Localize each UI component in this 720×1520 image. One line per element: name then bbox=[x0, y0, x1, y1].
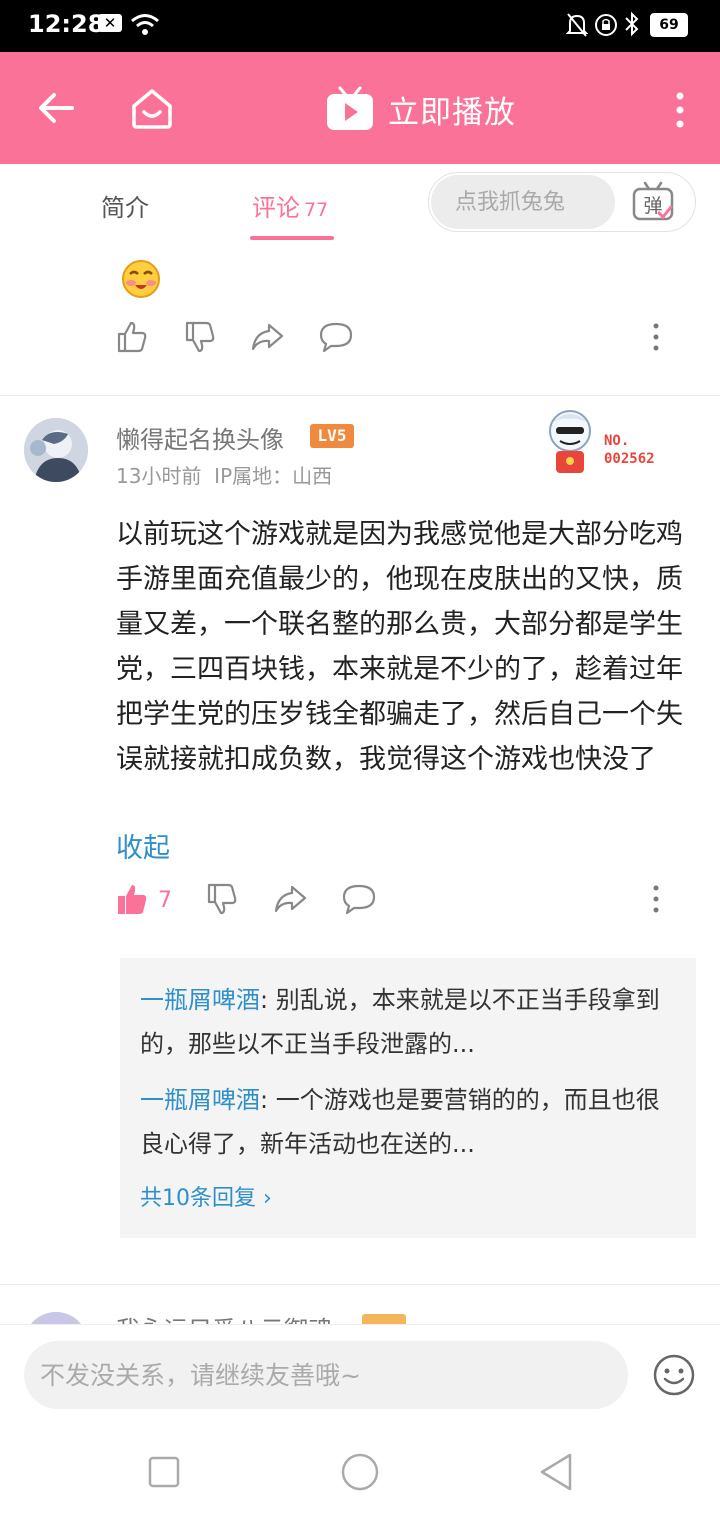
comment-divider bbox=[0, 1284, 720, 1285]
like-count: 7 bbox=[158, 888, 172, 913]
danmaku-bar: 弹 bbox=[428, 172, 696, 232]
back-arrow-icon[interactable] bbox=[36, 88, 76, 128]
comment-divider bbox=[0, 395, 720, 396]
reply-bubble-icon[interactable] bbox=[341, 882, 377, 916]
system-nav-bar bbox=[0, 1430, 720, 1520]
recent-apps-icon[interactable] bbox=[148, 1456, 180, 1488]
avatar-image bbox=[24, 418, 88, 482]
reply-username[interactable]: 一瓶屑啤酒 bbox=[140, 1086, 260, 1114]
comment-input-bar bbox=[0, 1324, 720, 1431]
comment-meta: 13小时前 IP属地：山西 bbox=[116, 460, 332, 489]
comment-username[interactable]: 我永远只爱八云御魂 bbox=[116, 1310, 332, 1324]
reply-preview-box[interactable]: 一瓶屑啤酒: 别乱说，本来就是以不正当手段拿到的，那些以不正当手段泄露的... … bbox=[120, 958, 696, 1238]
comment-actions bbox=[0, 320, 720, 364]
comment-username[interactable]: 懒得起名换头像 bbox=[116, 420, 284, 455]
level-badge bbox=[362, 1314, 406, 1324]
thumbs-up-filled-icon[interactable] bbox=[116, 882, 148, 916]
tab-bar: 简介 评论77 弹 bbox=[0, 164, 720, 243]
avatar[interactable] bbox=[24, 418, 88, 482]
ip-location: IP属地：山西 bbox=[214, 464, 333, 488]
thumbs-down-icon[interactable] bbox=[184, 320, 216, 354]
thumbs-down-icon[interactable] bbox=[206, 882, 238, 916]
reply-username[interactable]: 一瓶屑啤酒 bbox=[140, 986, 260, 1014]
share-icon[interactable] bbox=[273, 882, 307, 916]
status-bar: 12:28 ✕ 69 bbox=[0, 0, 720, 52]
battery-icon: 69 bbox=[650, 13, 688, 37]
reply-item[interactable]: 一瓶屑啤酒: 一个游戏也是要营销的的，而且也很良心得了，新年活动也在送的... bbox=[140, 1078, 660, 1166]
fan-medal-icon bbox=[549, 410, 591, 473]
reply-item[interactable]: 一瓶屑啤酒: 别乱说，本来就是以不正当手段拿到的，那些以不正当手段泄露的... bbox=[140, 978, 660, 1066]
tab-comments[interactable]: 评论 77 bbox=[252, 188, 328, 223]
fan-number-value: 002562 bbox=[604, 451, 655, 467]
danmaku-toggle-icon[interactable]: 弹 bbox=[631, 181, 675, 223]
app-bar: 立即播放 bbox=[0, 52, 720, 164]
wifi-icon bbox=[131, 14, 159, 35]
tab-comments-label: 评论 bbox=[252, 194, 300, 222]
tab-comments-count: 77 bbox=[304, 199, 329, 221]
play-now-title[interactable]: 立即播放 bbox=[388, 87, 516, 132]
tab-intro[interactable]: 简介 bbox=[101, 188, 149, 223]
danmaku-input[interactable] bbox=[431, 175, 615, 229]
status-time: 12:28 bbox=[28, 10, 105, 38]
home-nav-icon[interactable] bbox=[340, 1452, 380, 1492]
bluetooth-icon bbox=[625, 11, 639, 37]
thumbs-up-icon[interactable] bbox=[116, 320, 148, 354]
more-vertical-icon[interactable] bbox=[646, 882, 666, 916]
collapse-link[interactable]: 收起 bbox=[116, 826, 170, 865]
fan-number: NO. 002562 bbox=[604, 432, 655, 468]
comment-text: 以前玩这个游戏就是因为我感觉他是大部分吃鸡手游里面充值最少的，他现在皮肤出的又快… bbox=[116, 519, 683, 775]
lock-rotation-icon bbox=[595, 14, 617, 36]
home-icon[interactable] bbox=[130, 86, 174, 130]
reply-bubble-icon[interactable] bbox=[318, 320, 354, 354]
share-icon[interactable] bbox=[250, 320, 284, 354]
notification-x-icon: ✕ bbox=[98, 14, 122, 32]
tv-play-icon[interactable] bbox=[325, 86, 375, 132]
fan-number-label: NO. bbox=[604, 433, 630, 449]
blushing-emoji-icon bbox=[122, 260, 160, 298]
comment-list[interactable]: 懒得起名换头像 LV5 13小时前 IP属地：山西 NO. 002562 以前玩这… bbox=[0, 242, 720, 1324]
comment-time: 13小时前 bbox=[116, 464, 202, 488]
comment-input[interactable] bbox=[24, 1341, 628, 1409]
more-vertical-icon[interactable] bbox=[646, 320, 666, 354]
tab-active-indicator bbox=[250, 236, 334, 240]
emoji-icon[interactable] bbox=[652, 1353, 696, 1397]
back-nav-icon[interactable] bbox=[538, 1452, 574, 1492]
avatar[interactable] bbox=[24, 1312, 88, 1324]
level-badge: LV5 bbox=[310, 424, 354, 448]
more-vertical-icon[interactable] bbox=[668, 90, 692, 130]
comment-actions: 7 bbox=[0, 882, 720, 926]
bell-muted-icon bbox=[566, 13, 588, 37]
view-all-replies-link[interactable]: 共10条回复 › bbox=[140, 1180, 272, 1212]
